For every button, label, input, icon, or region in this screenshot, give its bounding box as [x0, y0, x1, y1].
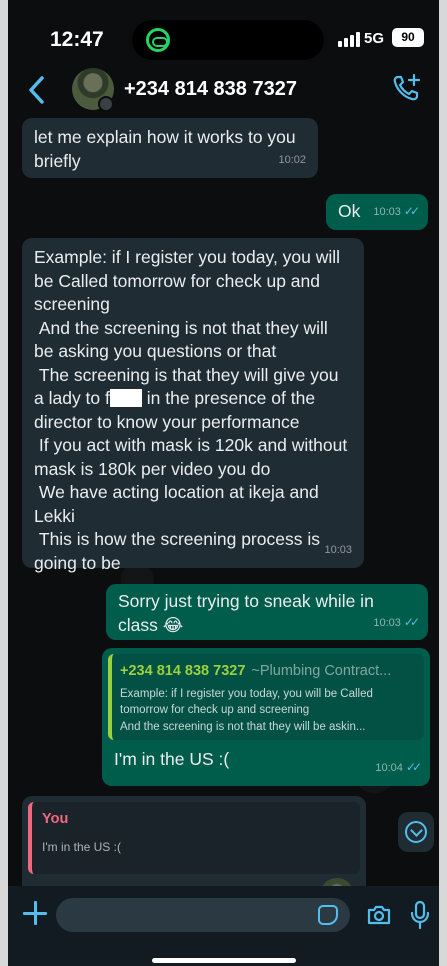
quoted-author: +234 814 838 7327 ~Plumbing Contract...	[120, 660, 416, 684]
quoted-author-subtitle: ~Plumbing Contract...	[251, 663, 392, 679]
battery-icon: 90	[392, 28, 424, 47]
read-receipt-icon: ✓✓	[403, 203, 420, 218]
message-time: 10:02	[278, 153, 306, 166]
message-meta: 10:03 ✓✓	[373, 611, 420, 636]
quoted-author-number: +234 814 838 7327	[120, 663, 246, 679]
quoted-text: I'm in the US :(	[42, 839, 121, 854]
message-text-part: Example: if I register you today, you wi…	[34, 247, 341, 408]
composer-bar	[8, 886, 439, 966]
message-bubble[interactable]: Sorry just trying to sneak while in clas…	[106, 584, 428, 640]
message-meta: 10:03 ✓✓	[373, 200, 420, 225]
scroll-to-bottom-button[interactable]	[398, 812, 434, 852]
home-indicator[interactable]	[152, 958, 296, 963]
message-text-part: in the presence of the director to know …	[34, 388, 348, 573]
quoted-line: Example: if I register you today, you wi…	[120, 687, 373, 700]
quoted-line: And the screening is not that they will …	[120, 720, 366, 733]
message-time: 10:04	[375, 761, 403, 774]
chevron-left-icon[interactable]	[22, 72, 52, 108]
contact-name[interactable]: +234 814 838 7327	[124, 78, 297, 101]
message-time: 10:03	[373, 205, 401, 218]
read-receipt-icon: ✓✓	[405, 759, 422, 774]
microphone-icon[interactable]	[410, 900, 430, 930]
message-text: let me explain how it works to you brief…	[34, 127, 296, 171]
message-text: Example: if I register you today, you wi…	[34, 246, 352, 575]
add-call-icon[interactable]	[390, 72, 422, 104]
sticker-icon[interactable]	[318, 905, 338, 925]
quoted-text: Example: if I register you today, you wi…	[120, 686, 416, 736]
message-input[interactable]	[56, 898, 350, 932]
censor-block	[109, 389, 142, 407]
plus-icon[interactable]	[20, 898, 50, 928]
read-receipt-icon: ✓✓	[403, 614, 420, 629]
message-bubble[interactable]: Ok 10:03 ✓✓	[326, 194, 428, 230]
quoted-line: tomorrow for check up and screening	[120, 704, 310, 716]
quoted-author: You	[42, 811, 69, 827]
chat-header: +234 814 838 7327	[8, 66, 439, 116]
chat-screen: 12:47 5G 90 +234 814 838 7327 let me exp…	[8, 0, 439, 966]
status-badge	[98, 96, 114, 112]
whatsapp-call-icon	[146, 28, 170, 52]
message-bubble[interactable]: Example: if I register you today, you wi…	[22, 238, 364, 573]
quoted-message[interactable]: +234 814 838 7327 ~Plumbing Contract... E…	[108, 654, 424, 740]
status-time: 12:47	[50, 28, 104, 51]
message-meta: 10:04 ✓✓	[375, 756, 422, 781]
message-time: 10:03	[373, 616, 401, 629]
quoted-message[interactable]: You I'm in the US :(	[28, 802, 360, 874]
network-label: 5G	[364, 30, 385, 47]
status-bar: 12:47 5G 90	[8, 0, 439, 70]
message-bubble[interactable]: let me explain how it works to you brief…	[22, 118, 318, 178]
camera-icon[interactable]	[366, 903, 392, 927]
dynamic-island	[132, 20, 324, 60]
chevron-down-icon	[405, 821, 427, 843]
message-text: Sorry just trying to sneak while in clas…	[118, 591, 374, 635]
signal-icon	[338, 32, 360, 47]
reply-message-bubble[interactable]: +234 814 838 7327 ~Plumbing Contract... E…	[102, 648, 430, 786]
message-time: 10:03	[324, 543, 352, 556]
